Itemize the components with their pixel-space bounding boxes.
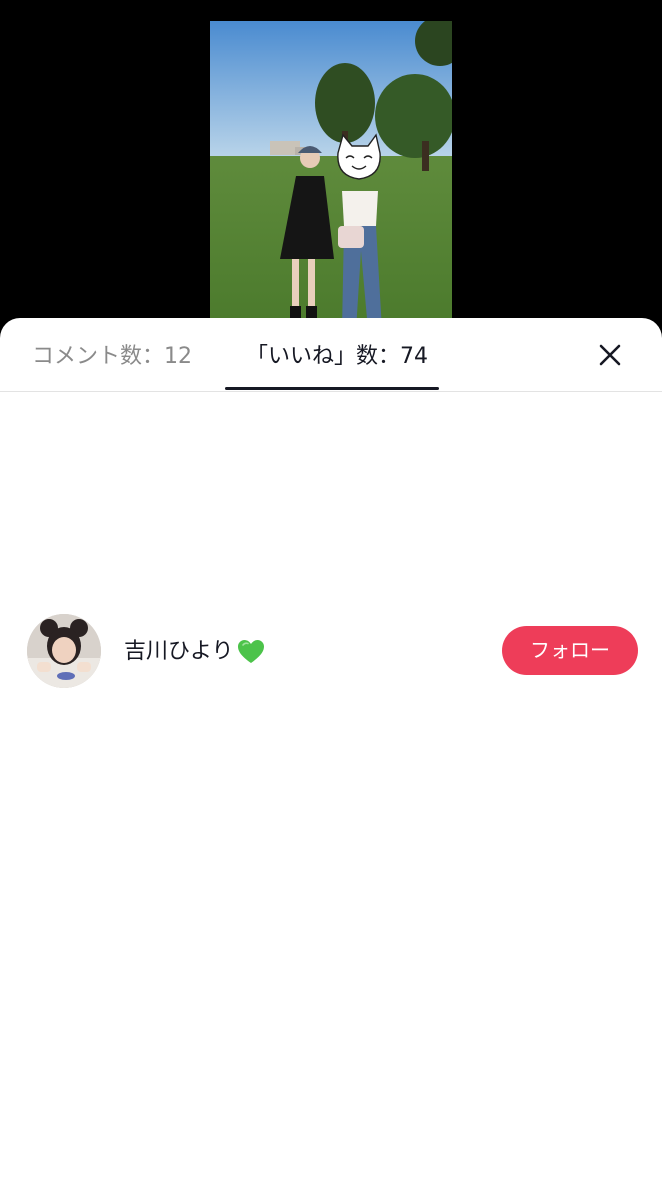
tab-likes[interactable]: 「いいね」数：74 (246, 342, 428, 372)
active-tab-indicator (225, 387, 439, 390)
likes-sheet: コメント数：12 「いいね」数：74 吉川ひより フォロー (0, 318, 662, 1200)
username[interactable]: 吉川ひより (124, 637, 234, 667)
follow-button[interactable]: フォロー (502, 626, 638, 675)
list-item[interactable]: 吉川ひより フォロー (0, 614, 662, 690)
tab-comments[interactable]: コメント数：12 (32, 342, 192, 372)
green-heart-icon (237, 639, 265, 665)
close-icon[interactable] (594, 339, 626, 371)
video-thumbnail[interactable] (210, 21, 452, 330)
tab-bar: コメント数：12 「いいね」数：74 (0, 318, 662, 392)
avatar[interactable] (27, 614, 101, 688)
video-background[interactable] (0, 0, 662, 330)
